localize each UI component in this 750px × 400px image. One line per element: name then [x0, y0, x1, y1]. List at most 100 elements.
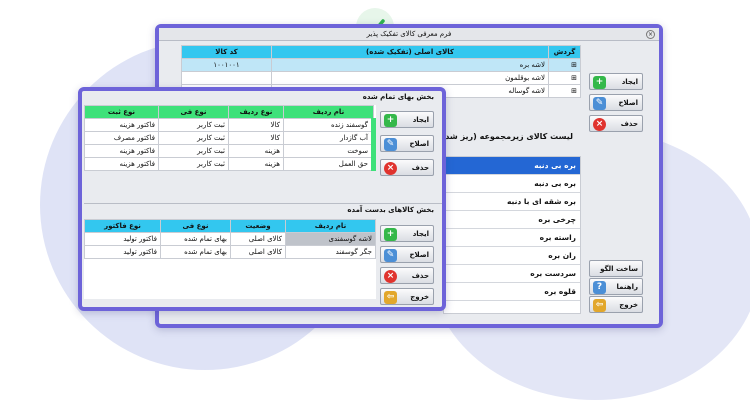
build-pattern-button[interactable]: ساخت الگو [589, 260, 643, 277]
delete-label: حذف [411, 271, 429, 280]
cell: بهای تمام شده [160, 245, 231, 259]
edit-button[interactable]: اصلاح ✎ [380, 246, 434, 263]
cost-breakdown-window: بخش بهای تمام شده نام ردیف نوع ردیف نوع … [78, 87, 446, 311]
cell: آب گازدار [283, 131, 376, 145]
edit-label: اصلاح [409, 250, 429, 259]
cell: کالا [228, 118, 284, 132]
window-titlebar: فرم معرفی کالای تفکیک پذیر × [159, 28, 659, 41]
list-item[interactable]: چرخی بره [444, 211, 580, 229]
plus-icon: + [384, 114, 397, 127]
exit-button[interactable]: خروج ⇦ [380, 288, 434, 305]
create-button[interactable]: ایجاد + [589, 73, 643, 90]
exit-icon: ⇦ [384, 291, 397, 304]
table-row[interactable]: حق العمل هزینه ثبت کاربر فاکتور هزینه [84, 157, 376, 171]
close-icon[interactable]: × [646, 30, 655, 39]
edit-label: اصلاح [409, 139, 429, 148]
grid-header: نوع ردیف [228, 105, 284, 119]
section2-title: بخش کالاهای بدست آمده [347, 206, 434, 214]
close-icon: × [593, 118, 606, 131]
grid-header: نوع فاکتور [84, 219, 161, 233]
guide-label: راهنما [616, 282, 638, 291]
table-row[interactable]: ⊞ لاشه بوقلمون [181, 71, 581, 85]
edit-label: اصلاح [618, 98, 638, 107]
window-title: فرم معرفی کالای تفکیک پذیر [366, 30, 452, 38]
create-label: ایجاد [412, 115, 429, 124]
list-item[interactable]: بره بی دنبه [444, 157, 580, 175]
section1-title: بخش بهای تمام شده [362, 93, 434, 101]
cell: ثبت کاربر [158, 144, 229, 158]
cost-items-grid: نام ردیف نوع ردیف نوع فی نوع ثبت گوسفند … [84, 105, 376, 171]
edit-icon: ✎ [593, 97, 606, 110]
cell: بهای تمام شده [160, 232, 231, 246]
table-row[interactable]: لاشه گوسفندی کالای اصلی بهای تمام شده فاکتو… [84, 232, 376, 246]
cell: فاکتور هزینه [84, 118, 159, 132]
table-row[interactable]: سوخت هزینه ثبت کاربر فاکتور هزینه [84, 144, 376, 158]
grid-header: نوع ثبت [84, 105, 159, 119]
plus-icon: + [384, 228, 397, 241]
list-item[interactable]: سردست بره [444, 265, 580, 283]
list-item[interactable]: بره شقه ای با دنبه [444, 193, 580, 211]
divider [84, 203, 442, 204]
table-row[interactable]: گوسفند زنده کالا ثبت کاربر فاکتور هزینه [84, 118, 376, 132]
cell: ثبت کاربر [158, 118, 229, 132]
cell: فاکتور تولید [84, 232, 161, 246]
cell: هزینه [228, 157, 284, 171]
grid-header: وضعیت [230, 219, 286, 233]
cell: جگر گوسفند [285, 245, 376, 259]
edit-button[interactable]: اصلاح ✎ [380, 135, 434, 152]
create-button[interactable]: ایجاد + [380, 111, 434, 128]
plus-icon: + [593, 76, 606, 89]
edit-icon: ✎ [384, 249, 397, 262]
cell: ثبت کاربر [158, 157, 229, 171]
grid-header-main-product: کالای اصلی (تفکیک شده) [271, 45, 549, 59]
delete-button[interactable]: حذف × [380, 159, 434, 176]
edit-icon: ✎ [384, 138, 397, 151]
list-item[interactable]: بره بی دنبه [444, 175, 580, 193]
cell: فاکتور تولید [84, 245, 161, 259]
expand-icon[interactable]: ⊞ [548, 84, 581, 98]
grid-header: نام ردیف [285, 219, 376, 233]
exit-icon: ⇦ [593, 299, 606, 312]
exit-button[interactable]: خروج ⇦ [589, 296, 643, 313]
list-item[interactable]: ران بره [444, 247, 580, 265]
guide-button[interactable]: راهنما ? [589, 278, 643, 295]
cell: فاکتور هزینه [84, 144, 159, 158]
grid-header: نوع فی [160, 219, 231, 233]
list-item[interactable]: قلوه بره [444, 283, 580, 301]
close-icon: × [384, 162, 397, 175]
expand-icon[interactable]: ⊞ [548, 58, 581, 72]
grid-header-code: کد کالا [181, 45, 272, 59]
edit-button[interactable]: اصلاح ✎ [589, 94, 643, 111]
grid-cell-name: لاشه بره [271, 58, 549, 72]
help-icon: ? [593, 281, 606, 294]
create-label: ایجاد [412, 229, 429, 238]
build-pattern-label: ساخت الگو [600, 264, 638, 273]
cell: سوخت [283, 144, 376, 158]
delete-button[interactable]: حذف × [380, 267, 434, 284]
output-products-grid: نام ردیف وضعیت نوع فی نوع فاکتور لاشه گو… [84, 219, 376, 299]
expand-icon[interactable]: ⊞ [548, 71, 581, 85]
sub-list-title: لیست کالای زیرمجموعه (ریز شده) [436, 132, 573, 141]
cell: کالای اصلی [230, 232, 286, 246]
cell: گوسفند زنده [283, 118, 376, 132]
exit-label: خروج [410, 292, 429, 301]
create-label: ایجاد [621, 77, 638, 86]
table-row[interactable]: جگر گوسفند کالای اصلی بهای تمام شده فاکتور … [84, 245, 376, 259]
table-row[interactable]: ⊞ لاشه بره ۱۰۰۱۰۰۱ [181, 58, 581, 72]
delete-label: حذف [411, 163, 429, 172]
cell: فاکتور مصرف [84, 131, 159, 145]
delete-button[interactable]: حذف × [589, 115, 643, 132]
table-row[interactable]: آب گازدار کالا ثبت کاربر فاکتور مصرف [84, 131, 376, 145]
grid-header-turnover: گردش [548, 45, 581, 59]
grid-header: نام ردیف [283, 105, 374, 119]
create-button[interactable]: ایجاد + [380, 225, 434, 242]
cell: هزینه [228, 144, 284, 158]
delete-label: حذف [620, 119, 638, 128]
grid-cell-code: ۱۰۰۱۰۰۱ [181, 58, 272, 72]
exit-label: خروج [619, 300, 638, 309]
grid-header: نوع فی [158, 105, 229, 119]
cell: کالای اصلی [230, 245, 286, 259]
cell: فاکتور هزینه [84, 157, 159, 171]
cell: لاشه گوسفندی [285, 232, 376, 246]
list-item[interactable]: راسته بره [444, 229, 580, 247]
